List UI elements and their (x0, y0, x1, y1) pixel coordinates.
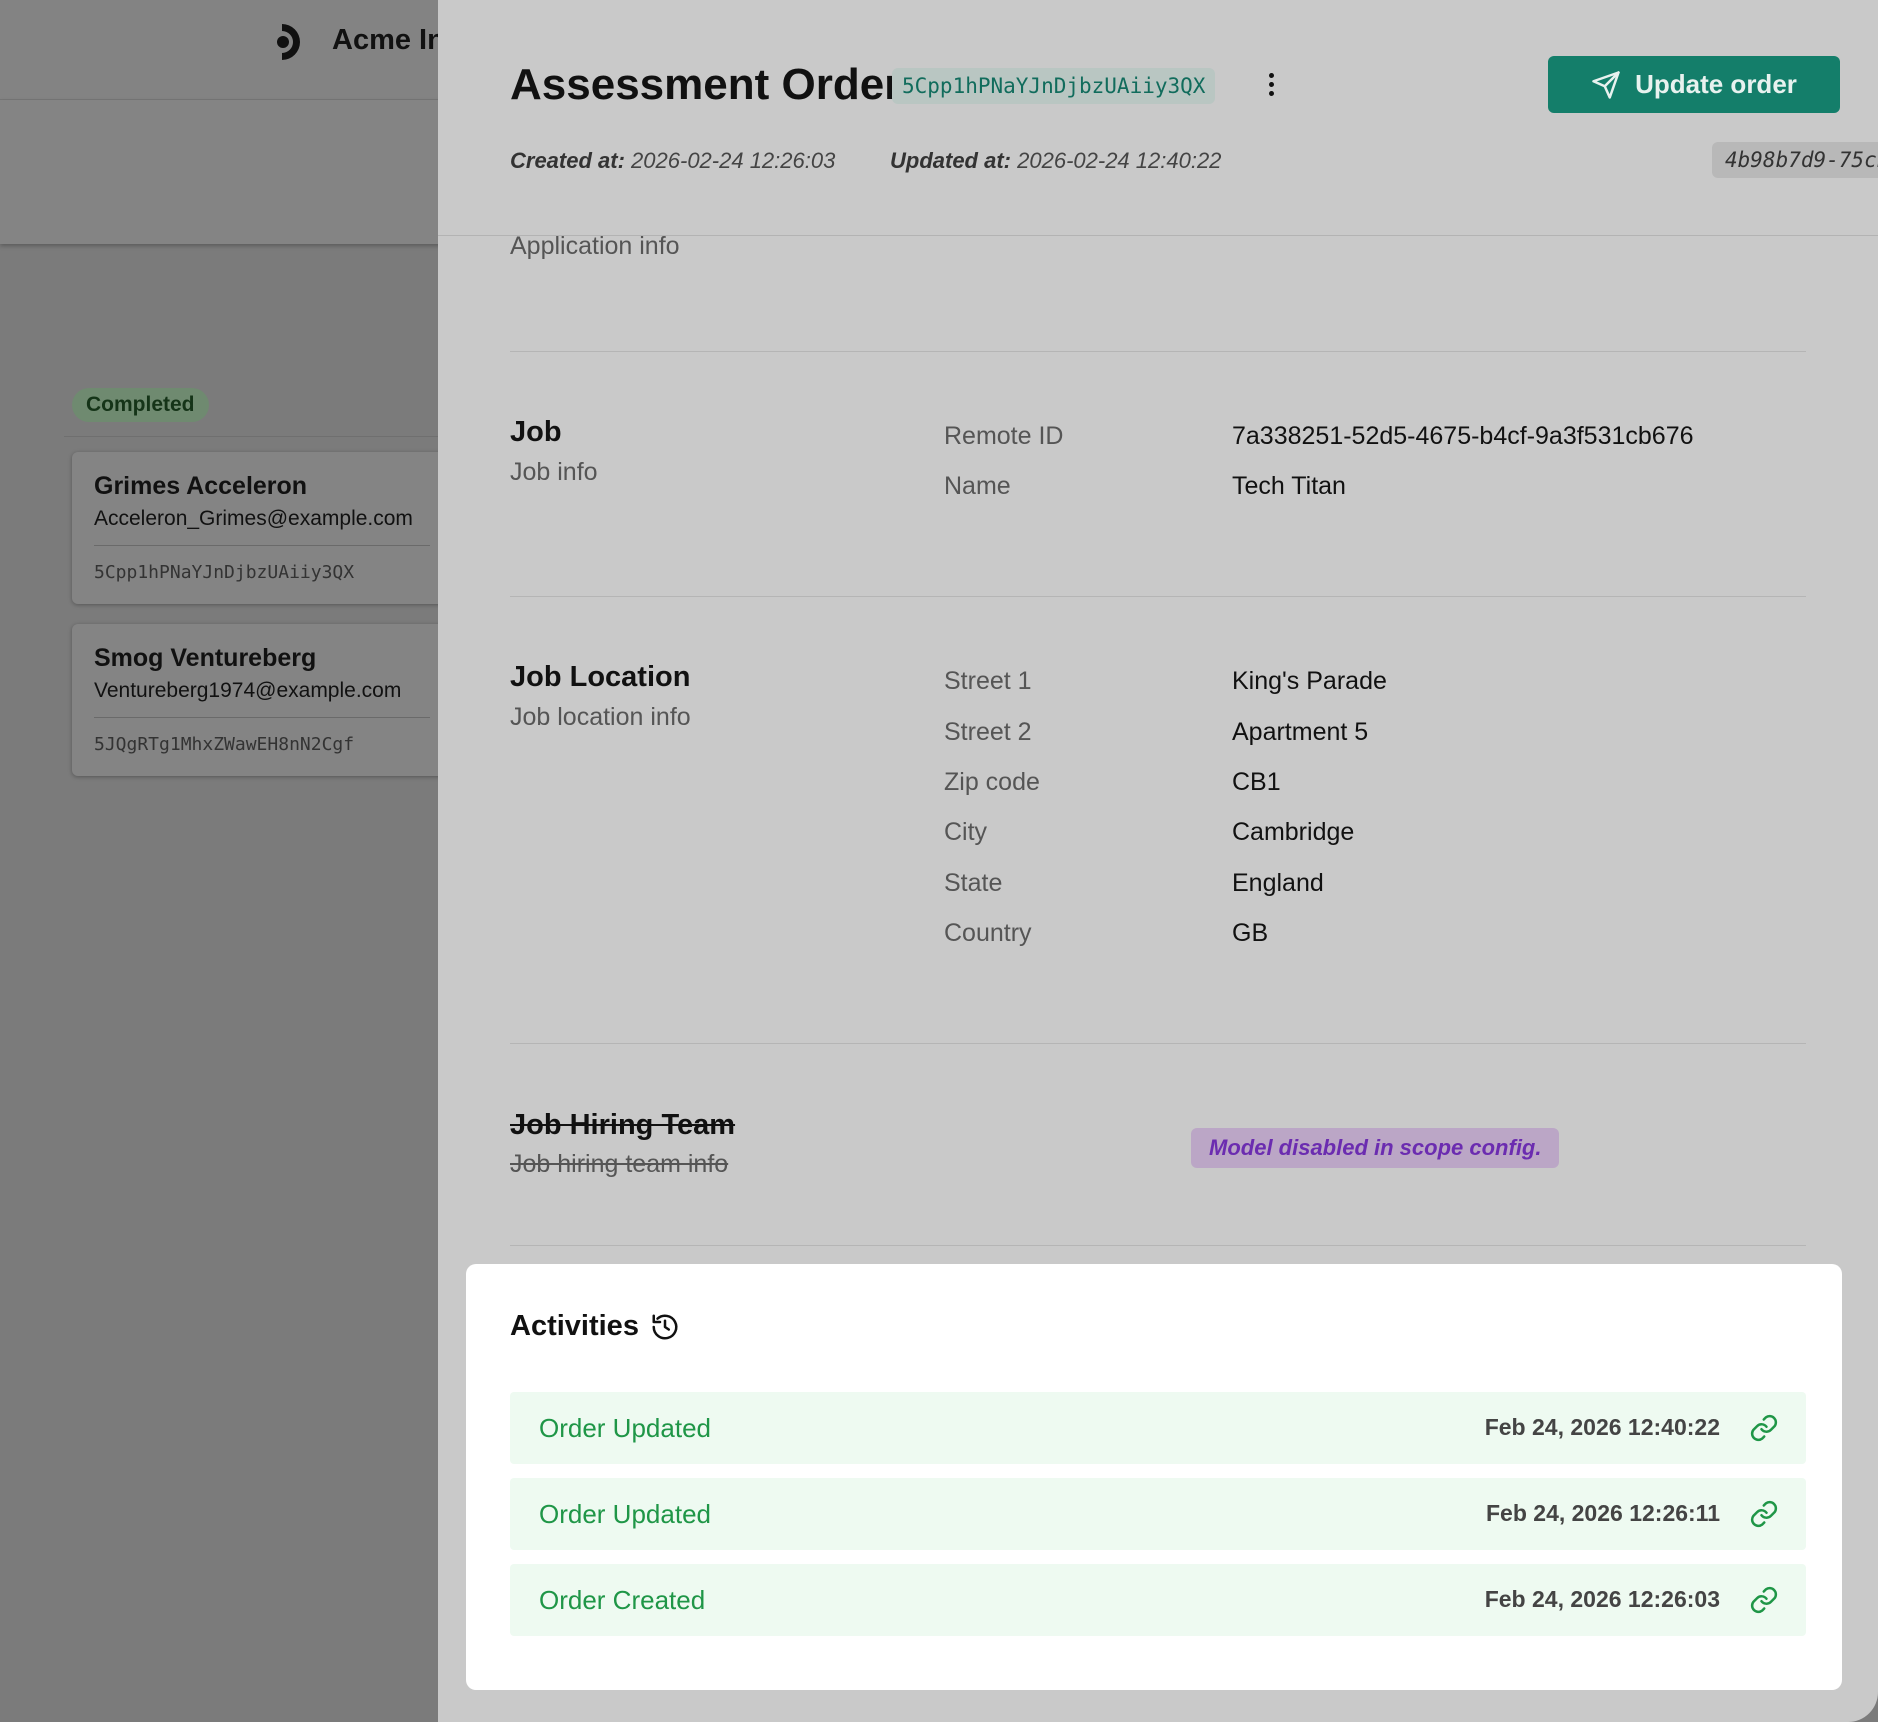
update-order-button[interactable]: Update order (1548, 56, 1840, 113)
field-label: Country (944, 919, 1032, 947)
field-value: 7a338251-52d5-4675-b4cf-9a3f531cb676 (1232, 422, 1694, 450)
status-badge: Completed (72, 388, 209, 422)
application-info-subtitle: Application info (510, 232, 680, 260)
field-label: Zip code (944, 768, 1040, 796)
link-icon[interactable] (1749, 1499, 1779, 1529)
job-location-section-title: Job Location (510, 661, 691, 693)
card-divider (94, 717, 430, 718)
candidate-email: Ventureberg1974@example.com (94, 679, 402, 702)
field-value: England (1232, 869, 1324, 897)
field-label: State (944, 869, 1003, 897)
activity-item[interactable]: Order Created Feb 24, 2026 12:26:03 (510, 1564, 1806, 1636)
field-value: Cambridge (1232, 818, 1355, 846)
section-divider (510, 1245, 1806, 1246)
list-divider (64, 436, 444, 437)
created-at: Created at: 2026-02-24 12:26:03 (510, 148, 836, 173)
field-value: Apartment 5 (1232, 718, 1369, 746)
more-vertical-icon[interactable] (1258, 70, 1284, 100)
link-icon[interactable] (1749, 1413, 1779, 1443)
activity-item[interactable]: Order Updated Feb 24, 2026 12:26:11 (510, 1478, 1806, 1550)
drawer-title: Assessment Order (510, 60, 902, 109)
card-divider (94, 545, 430, 546)
model-disabled-badge: Model disabled in scope config. (1191, 1128, 1560, 1168)
activity-label: Order Created (539, 1585, 706, 1615)
candidate-email: Acceleron_Grimes@example.com (94, 507, 413, 530)
update-order-label: Update order (1635, 69, 1797, 99)
order-uuid-badge[interactable]: 4b98b7d9-75cb-4ae9-bae4-918bdb9716ce (1712, 142, 1878, 178)
activity-time: Feb 24, 2026 12:26:11 (1486, 1500, 1720, 1526)
job-location-section-subtitle: Job location info (510, 703, 691, 731)
activity-item[interactable]: Order Updated Feb 24, 2026 12:40:22 (510, 1392, 1806, 1464)
job-hiring-team-section-title: Job Hiring Team (510, 1109, 736, 1141)
job-section-subtitle: Job info (510, 458, 598, 486)
company-name: Acme In (332, 24, 445, 56)
activities-title: Activities (510, 1310, 639, 1342)
activity-time: Feb 24, 2026 12:40:22 (1484, 1414, 1720, 1440)
drawer-header: Assessment Order 5Cpp1hPNaYJnDjbzUAiiy3Q… (438, 0, 1878, 236)
field-value: King's Parade (1232, 667, 1387, 695)
candidate-name: Grimes Acceleron (94, 472, 308, 500)
field-label: Name (944, 472, 1011, 500)
field-value: GB (1232, 919, 1269, 947)
field-value: CB1 (1232, 768, 1281, 796)
activity-label: Order Updated (539, 1499, 711, 1529)
updated-at: Updated at: 2026-02-24 12:40:22 (890, 148, 1222, 173)
candidate-order-id: 5JQgRTg1MhxZWawEH8nN2Cgf (94, 734, 355, 755)
history-icon (652, 1314, 678, 1340)
job-hiring-team-section-subtitle: Job hiring team info (510, 1150, 729, 1178)
field-label: Remote ID (944, 422, 1064, 450)
company-logo-icon (277, 24, 300, 60)
order-drawer: Assessment Order 5Cpp1hPNaYJnDjbzUAiiy3Q… (438, 0, 1878, 1722)
candidate-card[interactable]: Grimes Acceleron Acceleron_Grimes@exampl… (72, 452, 452, 604)
field-value: Tech Titan (1232, 472, 1346, 500)
candidate-order-id: 5Cpp1hPNaYJnDjbzUAiiy3QX (94, 562, 355, 583)
activity-time: Feb 24, 2026 12:26:03 (1484, 1586, 1720, 1612)
activities-panel: Activities Order Updated Feb 24, 2026 12… (466, 1264, 1842, 1690)
candidate-card[interactable]: Smog Ventureberg Ventureberg1974@example… (72, 624, 452, 776)
field-label: Street 2 (944, 718, 1032, 746)
section-divider (510, 1043, 1806, 1044)
job-section-title: Job (510, 416, 562, 448)
section-divider (510, 351, 1806, 352)
send-icon (1592, 70, 1620, 99)
order-id-badge[interactable]: 5Cpp1hPNaYJnDjbzUAiiy3QX (892, 68, 1216, 104)
field-label: Street 1 (944, 667, 1032, 695)
activity-label: Order Updated (539, 1413, 711, 1443)
field-label: City (944, 818, 988, 846)
link-icon[interactable] (1749, 1585, 1779, 1615)
candidate-name: Smog Ventureberg (94, 644, 317, 672)
section-divider (510, 596, 1806, 597)
